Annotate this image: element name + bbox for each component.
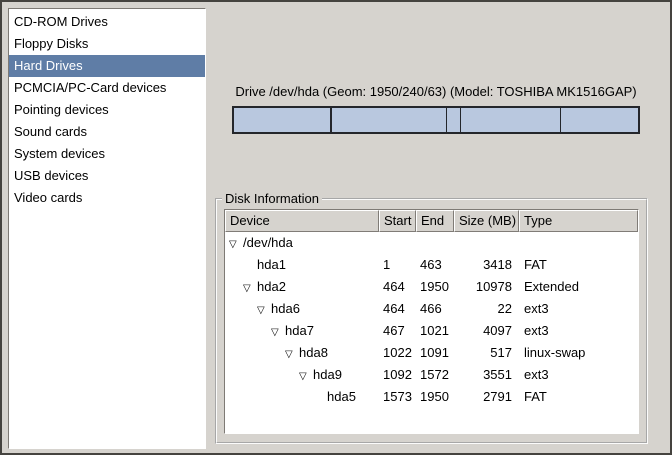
cell-device: ▽hda2 [225, 276, 379, 298]
device-name: hda7 [285, 323, 314, 338]
partition-segment-hda1[interactable] [234, 108, 330, 132]
cell-size [454, 232, 519, 254]
cell-start: 464 [379, 276, 416, 298]
drive-title: Drive /dev/hda (Geom: 1950/240/63) (Mode… [230, 84, 642, 99]
cell-end: 1091 [416, 342, 454, 364]
partition-segment-hda9[interactable] [460, 108, 560, 132]
cell-end: 463 [416, 254, 454, 276]
expander-icon[interactable]: ▽ [243, 278, 257, 298]
table-row-hda7[interactable]: ▽hda746710214097ext3 [225, 320, 638, 342]
table-row-dev-hda[interactable]: ▽/dev/hda [225, 232, 638, 254]
cell-device: ▽hda7 [225, 320, 379, 342]
device-name: hda2 [257, 279, 286, 294]
device-name: /dev/hda [243, 235, 293, 250]
table-row-hda6[interactable]: ▽hda646446622ext3 [225, 298, 638, 320]
device-name: hda8 [299, 345, 328, 360]
hardware-browser-window: CD-ROM DrivesFloppy DisksHard DrivesPCMC… [0, 0, 672, 455]
device-name: hda5 [327, 389, 356, 404]
expander-icon[interactable]: ▽ [229, 234, 243, 254]
column-header-start[interactable]: Start [379, 210, 416, 232]
cell-start: 1573 [379, 386, 416, 408]
cell-type: ext3 [519, 320, 638, 342]
sidebar-item-sound-cards[interactable]: Sound cards [9, 121, 205, 143]
sidebar-item-hard-drives[interactable]: Hard Drives [9, 55, 205, 77]
partition-segment-hda5[interactable] [560, 108, 638, 132]
disk-information-frame: Disk Information Device Start End Size (… [215, 198, 648, 444]
cell-start: 464 [379, 298, 416, 320]
sidebar-item-pointing-devices[interactable]: Pointing devices [9, 99, 205, 121]
cell-end: 1021 [416, 320, 454, 342]
table-row-hda2[interactable]: ▽hda2464195010978Extended [225, 276, 638, 298]
partition-bar [232, 106, 640, 134]
column-header-type[interactable]: Type [519, 210, 638, 232]
cell-end [416, 232, 454, 254]
device-name: hda1 [257, 257, 286, 272]
disk-table: Device Start End Size (MB) Type ▽/dev/hd… [224, 209, 639, 434]
column-header-size[interactable]: Size (MB) [454, 210, 519, 232]
cell-size: 3551 [454, 364, 519, 386]
table-row-hda9[interactable]: ▽hda9109215723551ext3 [225, 364, 638, 386]
column-header-device[interactable]: Device [225, 210, 379, 232]
partition-segment-hda8[interactable] [446, 108, 460, 132]
cell-start: 1022 [379, 342, 416, 364]
cell-end: 1572 [416, 364, 454, 386]
cell-type: ext3 [519, 364, 638, 386]
cell-size: 4097 [454, 320, 519, 342]
cell-device: ▽hda9 [225, 364, 379, 386]
disk-table-header: Device Start End Size (MB) Type [225, 210, 638, 232]
table-row-hda5[interactable]: hda5 157319502791FAT [225, 386, 638, 408]
disk-table-body: ▽/dev/hdahda114633418FAT▽hda246419501097… [225, 232, 638, 433]
sidebar-item-cd-rom-drives[interactable]: CD-ROM Drives [9, 11, 205, 33]
cell-device: ▽hda8 [225, 342, 379, 364]
column-header-end[interactable]: End [416, 210, 454, 232]
cell-size: 10978 [454, 276, 519, 298]
cell-size: 3418 [454, 254, 519, 276]
disk-information-legend: Disk Information [222, 191, 322, 206]
expander-icon[interactable]: ▽ [271, 322, 285, 342]
device-name: hda6 [271, 301, 300, 316]
sidebar-item-pcmcia-pc-card-devices[interactable]: PCMCIA/PC-Card devices [9, 77, 205, 99]
cell-type: FAT [519, 386, 638, 408]
cell-device: ▽/dev/hda [225, 232, 379, 254]
sidebar-item-usb-devices[interactable]: USB devices [9, 165, 205, 187]
cell-type: ext3 [519, 298, 638, 320]
cell-end: 1950 [416, 386, 454, 408]
table-row-hda1[interactable]: hda1 14633418FAT [225, 254, 638, 276]
cell-type: FAT [519, 254, 638, 276]
cell-device: hda5 [225, 386, 379, 408]
cell-size: 517 [454, 342, 519, 364]
sidebar-item-floppy-disks[interactable]: Floppy Disks [9, 33, 205, 55]
sidebar-item-system-devices[interactable]: System devices [9, 143, 205, 165]
device-list: CD-ROM DrivesFloppy DisksHard DrivesPCMC… [8, 8, 206, 449]
cell-start: 1092 [379, 364, 416, 386]
cell-size: 22 [454, 298, 519, 320]
sidebar-item-video-cards[interactable]: Video cards [9, 187, 205, 209]
cell-type [519, 232, 638, 254]
cell-end: 1950 [416, 276, 454, 298]
cell-device: ▽hda6 [225, 298, 379, 320]
partition-segment-hda7[interactable] [331, 108, 446, 132]
expander-icon[interactable]: ▽ [285, 344, 299, 364]
cell-end: 466 [416, 298, 454, 320]
cell-type: Extended [519, 276, 638, 298]
cell-start: 1 [379, 254, 416, 276]
cell-start [379, 232, 416, 254]
expander-icon[interactable]: ▽ [299, 366, 313, 386]
expander-icon[interactable]: ▽ [257, 300, 271, 320]
cell-start: 467 [379, 320, 416, 342]
cell-device: hda1 [225, 254, 379, 276]
device-name: hda9 [313, 367, 342, 382]
table-row-hda8[interactable]: ▽hda810221091517linux-swap [225, 342, 638, 364]
cell-size: 2791 [454, 386, 519, 408]
cell-type: linux-swap [519, 342, 638, 364]
